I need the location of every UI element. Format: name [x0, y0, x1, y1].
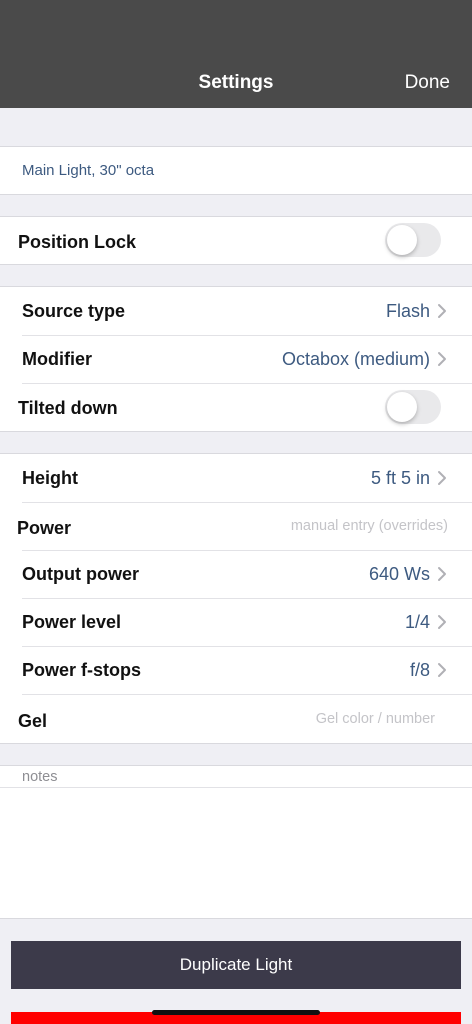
- source-type-row[interactable]: Source type Flash: [0, 287, 472, 335]
- power-level-label: Power level: [22, 612, 122, 632]
- power-fstops-row[interactable]: Power f-stops f/8: [0, 646, 472, 694]
- gel-row: Gel Gel color / number: [0, 695, 472, 743]
- gel-label: Gel: [18, 711, 48, 731]
- modifier-row[interactable]: Modifier Octabox (medium): [0, 335, 472, 383]
- home-indicator: [152, 1010, 320, 1015]
- chevron-right-icon: [438, 304, 446, 318]
- position-lock-label: Position Lock: [18, 232, 137, 252]
- height-value: 5 ft 5 in: [370, 468, 430, 488]
- chevron-right-icon: [438, 352, 446, 366]
- power-row: Power manual entry (overrides): [0, 502, 472, 550]
- chevron-right-icon: [438, 471, 446, 485]
- light-name-section: Main Light, 30" octa: [0, 146, 472, 195]
- tilted-down-label: Tilted down: [18, 398, 118, 418]
- source-type-value: Flash: [385, 301, 430, 321]
- toggle-knob: [387, 392, 417, 422]
- position-lock-section: Position Lock: [0, 216, 472, 265]
- chevron-right-icon: [438, 567, 446, 581]
- power-level-value: 1/4: [404, 612, 430, 632]
- power-level-row[interactable]: Power level 1/4: [0, 598, 472, 646]
- modifier-value: Octabox (medium): [281, 349, 430, 369]
- output-power-row[interactable]: Output power 640 Ws: [0, 550, 472, 598]
- power-input[interactable]: manual entry (overrides): [291, 518, 448, 534]
- notes-input[interactable]: notes: [22, 769, 57, 785]
- duplicate-light-button[interactable]: Duplicate Light: [11, 941, 461, 989]
- navigation-bar: Settings Done: [0, 0, 472, 108]
- tilted-down-toggle[interactable]: [385, 390, 441, 424]
- done-button[interactable]: Done: [405, 72, 450, 94]
- output-power-value: 640 Ws: [368, 564, 430, 584]
- power-label: Power: [17, 518, 72, 538]
- power-fstops-value: f/8: [409, 660, 430, 680]
- output-power-label: Output power: [22, 564, 139, 584]
- source-section: Source type Flash Modifier Octabox (medi…: [0, 286, 472, 432]
- power-fstops-label: Power f-stops: [22, 660, 142, 680]
- light-name-field[interactable]: Main Light, 30" octa: [22, 162, 154, 179]
- page-title: Settings: [198, 72, 274, 93]
- chevron-right-icon: [438, 615, 446, 629]
- gel-input[interactable]: Gel color / number: [316, 711, 435, 727]
- chevron-right-icon: [438, 663, 446, 677]
- position-lock-toggle[interactable]: [385, 223, 441, 257]
- source-type-label: Source type: [22, 301, 126, 321]
- toggle-knob: [387, 225, 417, 255]
- notes-section: notes: [0, 765, 472, 919]
- height-label: Height: [22, 468, 78, 488]
- parameters-section: Height 5 ft 5 in Power manual entry (ove…: [0, 453, 472, 744]
- tilted-down-row: Tilted down: [0, 383, 472, 431]
- height-row[interactable]: Height 5 ft 5 in: [0, 454, 472, 502]
- modifier-label: Modifier: [22, 349, 92, 369]
